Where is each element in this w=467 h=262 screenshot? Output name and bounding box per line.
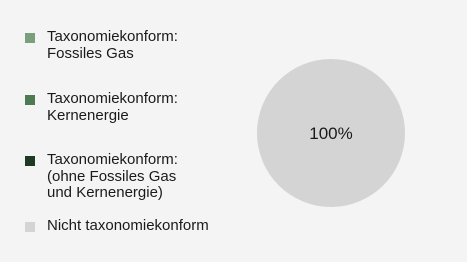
legend-label-not-aligned: Nicht taxonomiekonform [47,217,209,234]
legend-label-nuclear: Taxonomiekonform: Kernenergie [47,90,178,124]
pie-slice-label-not-aligned: 100% [309,124,352,143]
legend-swatch-other-aligned [25,156,35,166]
legend-swatch-fossil-gas [25,33,35,43]
pie-svg: 100% [257,59,405,207]
legend-label-other-aligned: Taxonomiekonform: (ohne Fossiles Gas und… [47,151,178,201]
legend-swatch-nuclear [25,95,35,105]
pie-chart: 100% [255,57,407,209]
legend-label-fossil-gas: Taxonomiekonform: Fossiles Gas [47,28,178,62]
chart-panel: Taxonomiekonform: Fossiles Gas Taxonomie… [0,0,467,262]
legend-swatch-not-aligned [25,222,35,232]
